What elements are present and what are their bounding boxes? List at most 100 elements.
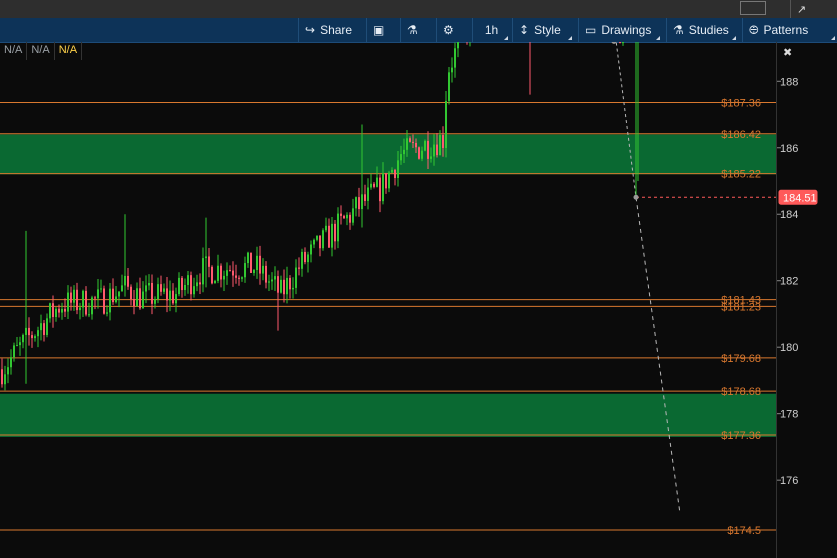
settings-button[interactable]: ⚙: [436, 18, 466, 42]
candle-body: [31, 335, 33, 339]
candle-body: [22, 334, 24, 343]
candle-body: [58, 308, 60, 313]
maximize-button[interactable]: [740, 1, 766, 15]
candle-body: [319, 235, 321, 249]
candle-body: [202, 258, 204, 285]
window-titlebar: ↗: [0, 0, 837, 18]
candle-body: [238, 277, 240, 279]
price-axis-label: 184: [780, 209, 798, 221]
candle-body: [91, 297, 93, 315]
candle-body: [358, 197, 360, 210]
price-level-label: $181.23: [721, 301, 761, 313]
share-button[interactable]: ↪ Share: [298, 18, 360, 42]
candle-body: [85, 290, 87, 315]
candle-body: [271, 279, 273, 282]
candle-body: [283, 279, 285, 295]
support-resistance-zone: [0, 393, 776, 437]
price-level-label: $178.68: [721, 386, 761, 398]
patterns-icon: ⨸: [749, 22, 759, 37]
candle-body: [382, 173, 384, 202]
candle-body: [205, 256, 207, 259]
candle-body: [7, 367, 9, 375]
axis-badges-layer: 203.17198196.3184.51✖: [778, 46, 818, 205]
candle-body: [250, 252, 252, 273]
candle-body: [355, 197, 357, 209]
candle-body: [184, 284, 186, 291]
candle-body: [229, 270, 231, 272]
candle-body: [241, 277, 243, 279]
candle-body: [433, 144, 435, 157]
candle-body: [97, 289, 99, 299]
style-icon: ↕: [519, 23, 530, 37]
candle-body: [622, 42, 624, 44]
candle-body: [46, 318, 48, 335]
studies-button[interactable]: ⚗ Studies: [666, 18, 738, 42]
candle-body: [52, 303, 54, 318]
candle-body: [430, 156, 432, 159]
candle-body: [139, 288, 141, 309]
candle-body: [166, 288, 168, 301]
candle-body: [109, 288, 111, 313]
candle-body: [67, 292, 69, 312]
gear-icon: ⚙: [443, 23, 454, 37]
candle-body: [403, 149, 405, 155]
candle-body: [325, 225, 327, 231]
axis-divider: [776, 42, 777, 558]
candle-body: [262, 265, 264, 274]
candle-body: [100, 288, 102, 290]
price-axis-label: 176: [780, 475, 798, 487]
candle-body: [301, 251, 303, 269]
candle-body: [211, 266, 213, 284]
share-label: Share: [320, 23, 353, 37]
candle-body: [418, 147, 420, 159]
support-resistance-zone: [0, 134, 776, 175]
candle-body: [226, 270, 228, 276]
projection-line-down: [635, 197, 681, 514]
candle-body: [316, 235, 318, 240]
candle-body: [55, 308, 57, 318]
chart-toolbar: ↪ Share ▣ ⚗ ⚙ 1h ↕ Style ▭ Drawings ⚗ Studie…: [0, 18, 837, 43]
candle-body: [415, 142, 417, 148]
candle-body: [442, 135, 444, 148]
candle-body: [61, 308, 63, 313]
candle-body: [151, 282, 153, 304]
candle-body: [220, 265, 222, 280]
price-axis-label: 178: [780, 409, 798, 421]
candle-body: [304, 251, 306, 263]
dropdown-indicator-icon: [656, 36, 660, 40]
candle-body: [331, 223, 333, 248]
candle-body: [94, 297, 96, 299]
candle-body: [307, 254, 309, 263]
candle-body: [424, 140, 426, 151]
candle-body: [280, 279, 282, 293]
interval-selector[interactable]: 1h: [472, 18, 510, 42]
candle-body: [148, 282, 150, 286]
style-button[interactable]: ↕ Style: [512, 18, 574, 42]
candle-body: [43, 323, 45, 335]
candle-body: [208, 256, 210, 267]
candle-body: [412, 141, 414, 143]
candle-body: [223, 275, 225, 280]
candle-body: [10, 357, 12, 368]
pin-icon[interactable]: ↗: [790, 0, 812, 18]
candle-body: [337, 213, 339, 242]
candle-body: [64, 308, 66, 312]
snapshot-button[interactable]: ▣: [366, 18, 396, 42]
drawings-layer: Hi: 198: [611, 42, 776, 514]
patterns-button[interactable]: ⨸ Patterns: [742, 18, 837, 42]
anchor-point: [633, 194, 639, 200]
candle-body: [370, 183, 372, 188]
candle-body: [181, 277, 183, 291]
candle-body: [4, 374, 6, 385]
candle-body: [298, 267, 300, 269]
price-chart[interactable]: $201.42$196.75$191.75$187.36$186.42$185.…: [0, 42, 837, 558]
dropdown-indicator-icon: [504, 36, 508, 40]
price-axis-label: 182: [780, 276, 798, 288]
candle-body: [175, 294, 177, 304]
candles-layer: [1, 42, 639, 391]
flask-button[interactable]: ⚗: [400, 18, 430, 42]
dropdown-indicator-icon: [568, 36, 572, 40]
candle-body: [19, 342, 21, 346]
candle-body: [388, 172, 390, 189]
drawings-button[interactable]: ▭ Drawings: [578, 18, 662, 42]
